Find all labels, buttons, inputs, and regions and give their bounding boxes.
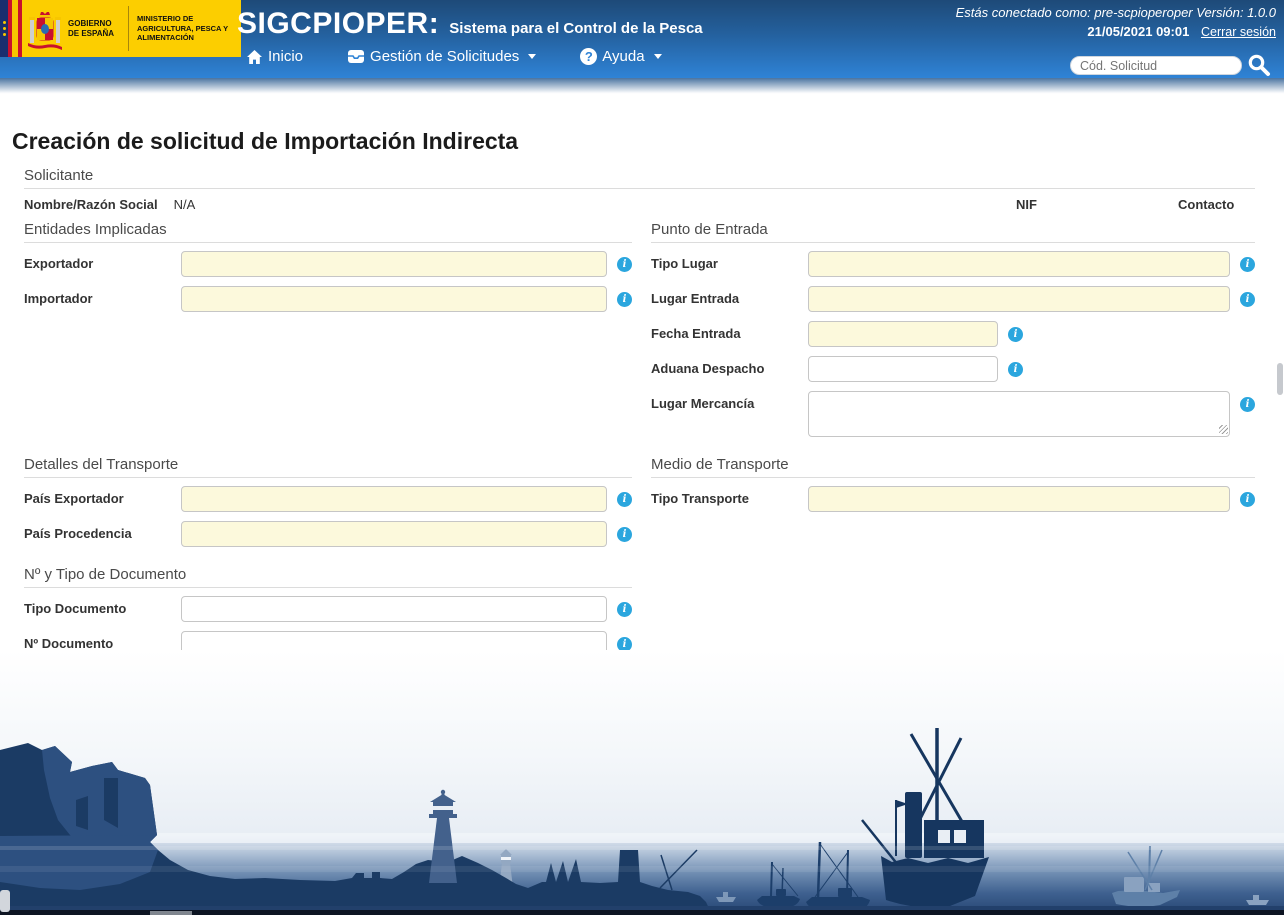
- section-heading-detalles-transporte: Detalles del Transporte: [24, 456, 632, 478]
- bottom-scrollbar-artifact: [150, 911, 192, 915]
- search-icon[interactable]: [1246, 52, 1272, 78]
- nif-label: NIF: [1016, 197, 1037, 212]
- nav-label-gestion: Gestión de Solicitudes: [370, 48, 520, 65]
- tipo-transporte-label: Tipo Transporte: [651, 491, 749, 506]
- lugar-entrada-input[interactable]: [808, 286, 1230, 312]
- government-logo: Gobierno de España Ministerio de Agricul…: [0, 0, 241, 57]
- pais-exportador-input[interactable]: [181, 486, 607, 512]
- help-icon: [580, 48, 598, 65]
- nav-label-inicio: Inicio: [268, 48, 304, 65]
- section-heading-solicitante: Solicitante: [24, 167, 1255, 189]
- aduana-despacho-label: Aduana Despacho: [651, 361, 765, 376]
- distant-boat-silhouettes: [716, 845, 1269, 907]
- info-icon[interactable]: [617, 527, 632, 542]
- exportador-label: Exportador: [24, 256, 94, 271]
- trawler-silhouette: [861, 728, 989, 908]
- fecha-entrada-label: Fecha Entrada: [651, 326, 741, 341]
- section-heading-punto-entrada: Punto de Entrada: [651, 221, 1255, 243]
- session-user-text: Estás conectado como: pre-scpioperoper V…: [955, 5, 1276, 20]
- session-info: Estás conectado como: pre-scpioperoper V…: [956, 5, 1276, 39]
- nombre-razon-social-value: N/A: [173, 197, 196, 212]
- section-detalles-transporte: Detalles del Transporte País Exportador …: [24, 456, 632, 556]
- num-documento-input[interactable]: [181, 631, 607, 657]
- session-datetime: 21/05/2021 09:01: [1087, 24, 1190, 39]
- harbor-silhouette-illustration: [0, 650, 1284, 915]
- fishing-boat-silhouettes: [757, 841, 870, 911]
- search-input[interactable]: [1070, 56, 1242, 75]
- info-icon[interactable]: [617, 602, 632, 617]
- info-icon[interactable]: [1008, 362, 1023, 377]
- nav-item-inicio[interactable]: Inicio: [246, 48, 303, 65]
- scrollbar-thumb[interactable]: [1277, 363, 1283, 395]
- government-label: Gobierno de España: [68, 18, 115, 38]
- foreground-slope: [0, 835, 158, 890]
- tipo-transporte-input[interactable]: [808, 486, 1230, 512]
- pais-exportador-label: País Exportador: [24, 491, 124, 506]
- contacto-label: Contacto: [1178, 197, 1235, 212]
- tipo-lugar-label: Tipo Lugar: [651, 256, 718, 271]
- nav-item-gestion-solicitudes[interactable]: Gestión de Solicitudes: [347, 48, 537, 65]
- info-icon[interactable]: [617, 637, 632, 652]
- info-icon[interactable]: [1008, 327, 1023, 342]
- header-gradient-strip: [0, 78, 1284, 94]
- info-icon[interactable]: [1240, 492, 1255, 507]
- section-heading-documento: Nº y Tipo de Documento: [24, 566, 632, 588]
- info-icon[interactable]: [1240, 397, 1255, 412]
- solicitante-row: Nombre/Razón Social N/A NIF Contacto: [24, 197, 1255, 219]
- logout-link[interactable]: Cerrar sesión: [1201, 25, 1276, 39]
- lugar-entrada-label: Lugar Entrada: [651, 291, 740, 306]
- app-name: SIGCPIOPER:: [237, 7, 440, 40]
- section-heading-entidades: Entidades Implicadas: [24, 221, 632, 243]
- coat-of-arms-icon: [28, 11, 62, 50]
- inbox-icon: [348, 50, 365, 63]
- info-icon[interactable]: [1240, 257, 1255, 272]
- nav-item-ayuda[interactable]: Ayuda: [580, 48, 662, 65]
- app-header: Gobierno de España Ministerio de Agricul…: [0, 0, 1284, 78]
- chevron-down-icon: [528, 54, 537, 59]
- form-area: Solicitante Nombre/Razón Social N/A NIF …: [0, 167, 1284, 666]
- page-title: Creación de solicitud de Importación Ind…: [12, 128, 519, 154]
- tipo-documento-input[interactable]: [181, 596, 607, 622]
- importador-label: Importador: [24, 291, 93, 306]
- cliff-silhouette: [0, 743, 712, 915]
- spain-eu-flag-icon: [0, 0, 22, 57]
- nav-label-ayuda: Ayuda: [602, 48, 645, 65]
- lighthouse-silhouette: [429, 789, 457, 883]
- main-nav: Inicio Gestión de Solicitudes Ayuda: [246, 48, 662, 65]
- pais-procedencia-input[interactable]: [181, 521, 607, 547]
- section-medio-transporte: Medio de Transporte Tipo Transporte: [651, 456, 1255, 521]
- lugar-mercancia-textarea[interactable]: [808, 391, 1230, 437]
- lugar-mercancia-label: Lugar Mercancía: [651, 396, 755, 411]
- fecha-entrada-input[interactable]: [808, 321, 998, 347]
- tipo-lugar-input[interactable]: [808, 251, 1230, 277]
- exportador-input[interactable]: [181, 251, 607, 277]
- aduana-despacho-input[interactable]: [808, 356, 998, 382]
- section-entidades-implicadas: Entidades Implicadas Exportador Importad…: [24, 221, 632, 321]
- section-punto-de-entrada: Punto de Entrada Tipo Lugar Lugar Entrad…: [651, 221, 1255, 446]
- info-icon[interactable]: [617, 292, 632, 307]
- section-documento: Nº y Tipo de Documento Tipo Documento Nº…: [24, 566, 632, 666]
- ministry-label: Ministerio de Agricultura, Pesca y Alime…: [137, 14, 228, 43]
- app-tagline: Sistema para el Control de la Pesca: [449, 20, 703, 37]
- importador-input[interactable]: [181, 286, 607, 312]
- info-icon[interactable]: [1240, 292, 1255, 307]
- pais-procedencia-label: País Procedencia: [24, 526, 132, 541]
- num-documento-label: Nº Documento: [24, 636, 114, 651]
- corner-artifact: [0, 890, 10, 912]
- tipo-documento-label: Tipo Documento: [24, 601, 127, 616]
- nombre-razon-social-label: Nombre/Razón Social: [24, 197, 158, 212]
- home-icon: [247, 49, 262, 64]
- app-brand: SIGCPIOPER: Sistema para el Control de l…: [237, 7, 703, 41]
- small-lighthouse-silhouette: [484, 849, 528, 912]
- info-icon[interactable]: [617, 492, 632, 507]
- section-heading-medio-transporte: Medio de Transporte: [651, 456, 1255, 478]
- info-icon[interactable]: [617, 257, 632, 272]
- cliff-light-face: [42, 746, 157, 855]
- chevron-down-icon: [653, 54, 662, 59]
